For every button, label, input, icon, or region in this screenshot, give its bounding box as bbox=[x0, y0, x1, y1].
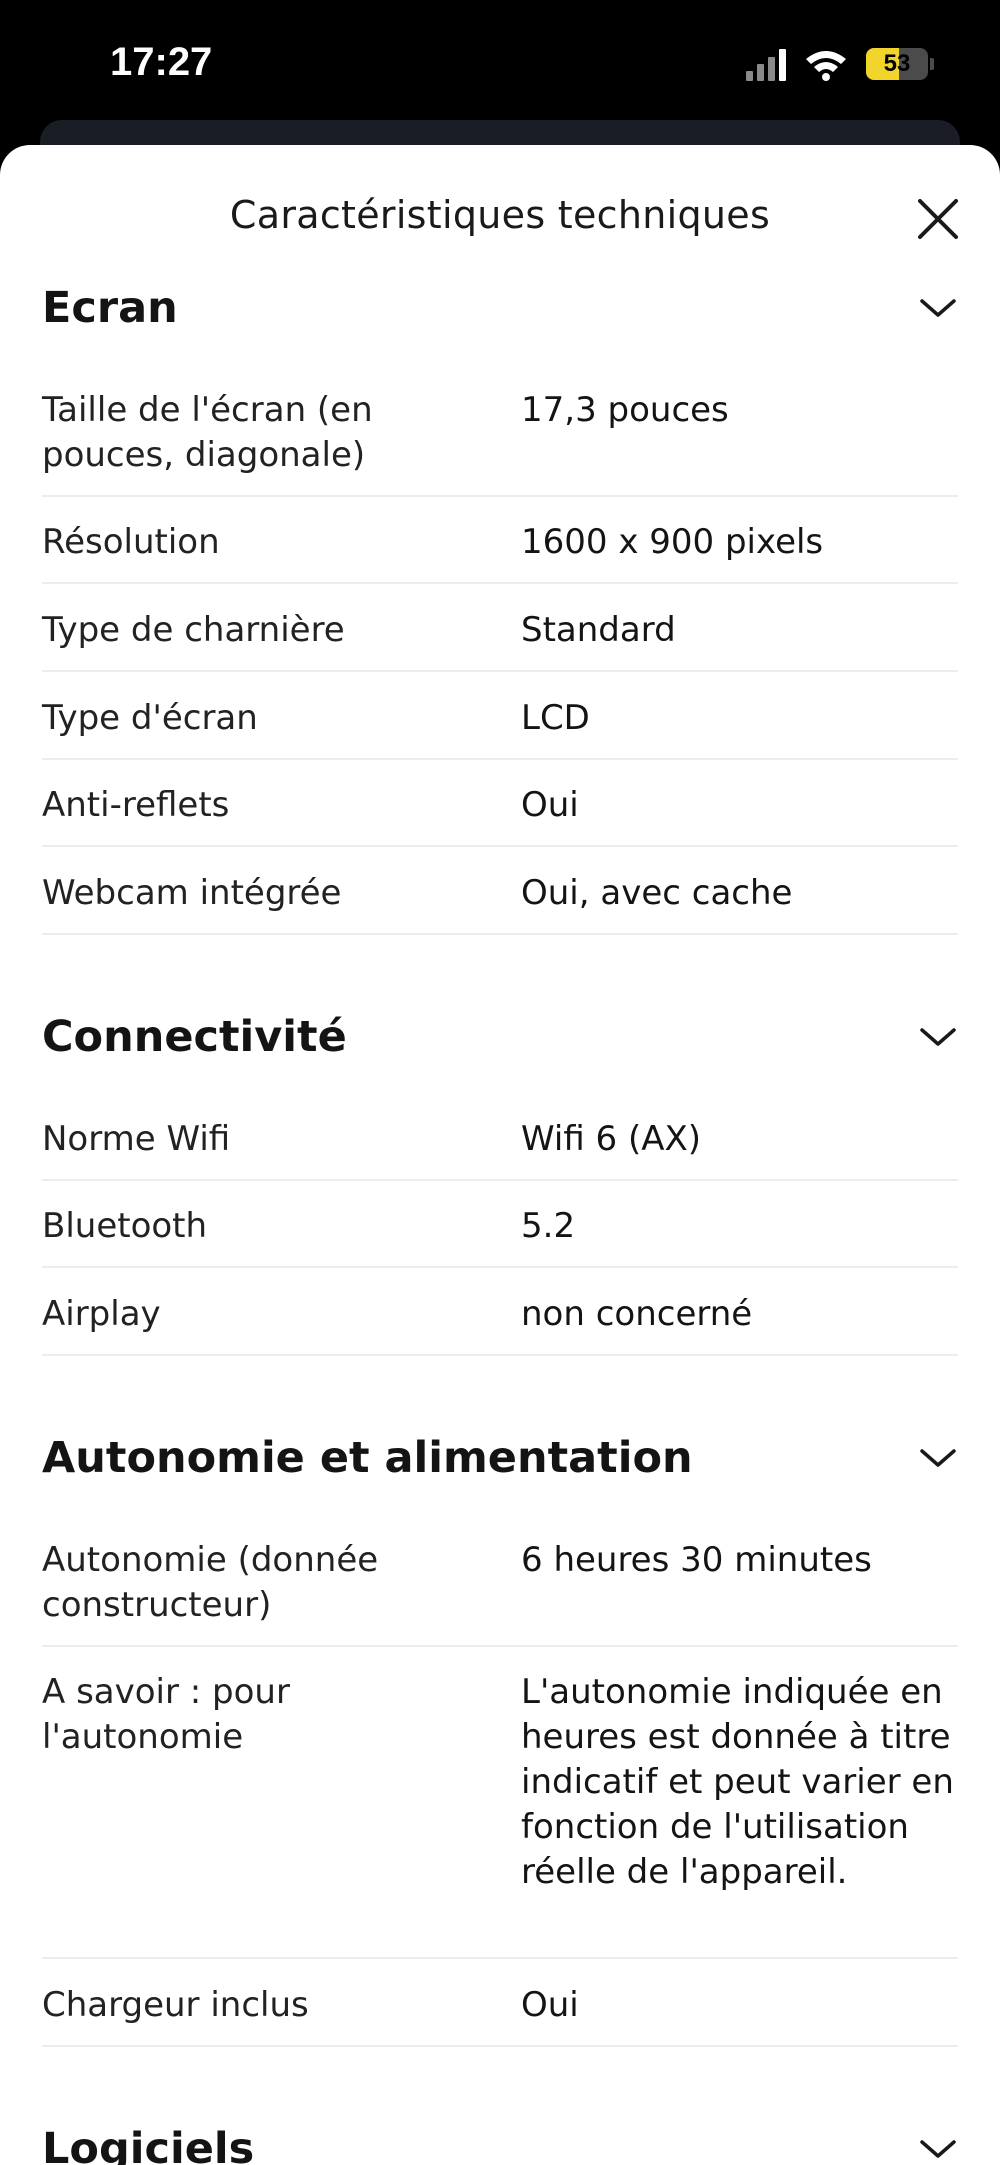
spec-row: Résolution 1600 x 900 pixels bbox=[42, 520, 958, 584]
chevron-down-icon bbox=[920, 1449, 956, 1467]
spec-label: Anti-reflets bbox=[42, 785, 230, 825]
spec-value: 5.2 bbox=[521, 1206, 576, 1246]
spec-row: Type de charnière Standard bbox=[42, 608, 958, 672]
spec-value: non concerné bbox=[521, 1294, 753, 1334]
section-header-autonomie[interactable]: Autonomie et alimentation bbox=[42, 1423, 958, 1493]
spec-value: L'autonomie indiquée en heures est donné… bbox=[521, 1672, 954, 1892]
spec-value: 1600 x 900 pixels bbox=[521, 522, 824, 562]
spec-row: Airplay non concerné bbox=[42, 1292, 958, 1356]
section-title: Autonomie et alimentation bbox=[42, 1433, 693, 1483]
status-bar: 17:27 53 bbox=[0, 0, 1000, 140]
chevron-down-icon bbox=[920, 2140, 956, 2158]
spec-row: A savoir : pour l'autonomie L'autonomie … bbox=[42, 1670, 958, 1959]
close-icon[interactable] bbox=[910, 191, 966, 247]
spec-row: Webcam intégrée Oui, avec cache bbox=[42, 871, 958, 935]
spec-row: Anti-reflets Oui bbox=[42, 783, 958, 847]
spec-value: Oui, avec cache bbox=[521, 873, 793, 913]
spec-label: A savoir : pour l'autonomie bbox=[42, 1672, 290, 1757]
chevron-down-icon bbox=[920, 299, 956, 317]
battery-level: 53 bbox=[883, 50, 911, 77]
section-title: Connectivité bbox=[42, 1012, 347, 1062]
status-time: 17:27 bbox=[110, 40, 213, 84]
spec-value: LCD bbox=[521, 698, 590, 738]
section-title: Logiciels bbox=[42, 2124, 255, 2165]
spec-label: Résolution bbox=[42, 522, 220, 562]
spec-label: Bluetooth bbox=[42, 1206, 208, 1246]
spec-value: Standard bbox=[521, 610, 676, 650]
tech-specs-sheet: Caractéristiques techniques Ecran Taille… bbox=[0, 145, 1000, 2165]
section-header-connectivite[interactable]: Connectivité bbox=[42, 1002, 958, 1072]
spec-value: Oui bbox=[521, 1985, 579, 2025]
spec-value: 17,3 pouces bbox=[521, 390, 729, 430]
spec-label: Type d'écran bbox=[42, 698, 258, 738]
spec-row: Bluetooth 5.2 bbox=[42, 1204, 958, 1268]
cellular-signal-icon bbox=[746, 47, 786, 81]
section-title: Ecran bbox=[42, 283, 178, 333]
spec-label: Taille de l'écran (en pouces, diagonale) bbox=[42, 390, 373, 475]
sheet-title: Caractéristiques techniques bbox=[229, 193, 771, 237]
spec-label: Webcam intégrée bbox=[42, 873, 342, 913]
spec-value: Oui bbox=[521, 785, 579, 825]
spec-label: Type de charnière bbox=[42, 610, 345, 650]
spec-label: Airplay bbox=[42, 1294, 161, 1334]
chevron-down-icon bbox=[920, 1028, 956, 1046]
status-icons: 53 bbox=[746, 44, 934, 84]
spec-row: Norme Wifi Wifi 6 (AX) bbox=[42, 1117, 958, 1181]
spec-row: Autonomie (donnée constructeur) 6 heures… bbox=[42, 1538, 958, 1647]
spec-label: Chargeur inclus bbox=[42, 1985, 309, 2025]
wifi-icon bbox=[806, 51, 846, 81]
spec-row: Taille de l'écran (en pouces, diagonale)… bbox=[42, 388, 958, 497]
section-header-logiciels[interactable]: Logiciels bbox=[42, 2114, 958, 2165]
section-header-ecran[interactable]: Ecran bbox=[42, 273, 958, 343]
spec-row: Chargeur inclus Oui bbox=[42, 1983, 958, 2047]
spec-row: Type d'écran LCD bbox=[42, 696, 958, 760]
spec-label: Norme Wifi bbox=[42, 1119, 231, 1159]
spec-value: 6 heures 30 minutes bbox=[521, 1540, 872, 1580]
spec-value: Wifi 6 (AX) bbox=[521, 1119, 702, 1159]
battery-icon: 53 bbox=[866, 48, 934, 80]
spec-label: Autonomie (donnée constructeur) bbox=[42, 1540, 379, 1625]
